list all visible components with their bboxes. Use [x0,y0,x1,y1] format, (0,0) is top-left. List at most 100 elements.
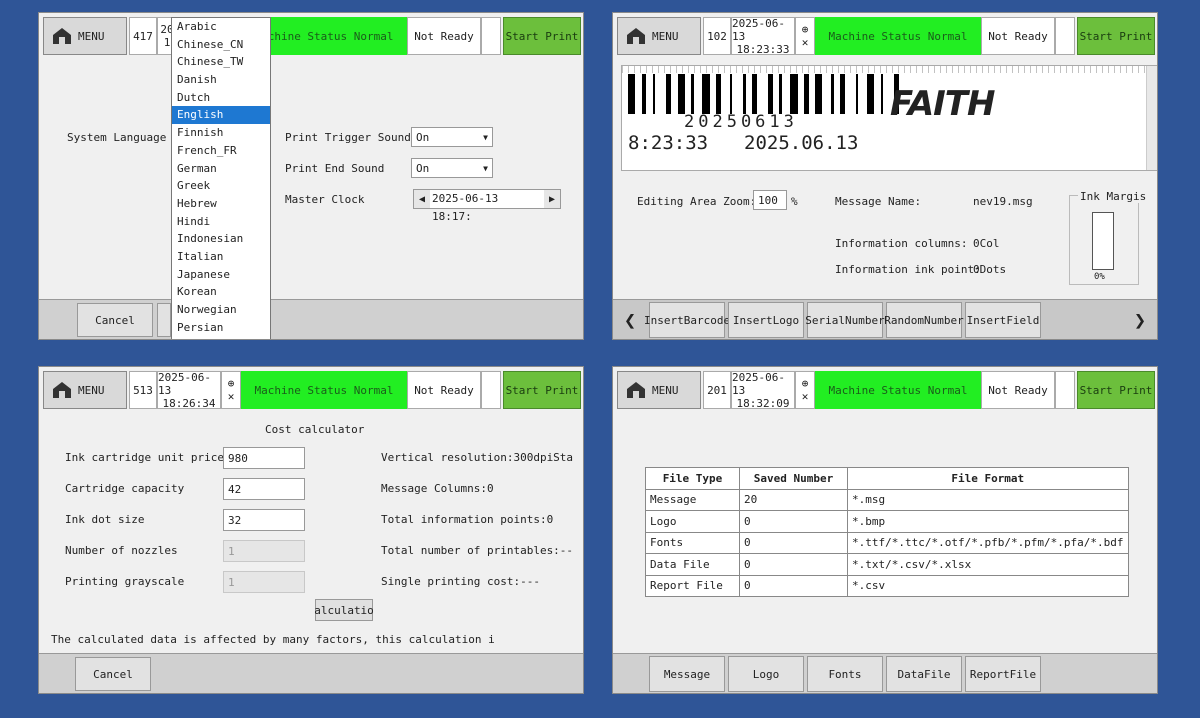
barcode-image[interactable] [628,74,900,114]
table-cell: *.txt/*.csv/*.xlsx [847,553,1129,576]
language-option[interactable]: Arabic [172,18,270,36]
status-spacer [481,17,501,55]
ready-status: Not Ready [981,371,1055,409]
master-clock-field[interactable]: ◀ 2025-06-13 18:17: ▶ [413,189,561,223]
table-cell: *.bmp [847,510,1129,533]
settings-panel: MENU 417 20 1 Machine Status Normal Not … [38,12,584,340]
prev-arrow-icon[interactable]: ❮ [615,302,645,338]
file-tab[interactable]: Message [649,656,725,692]
file-tab[interactable]: Fonts [807,656,883,692]
next-arrow-icon[interactable]: ❯ [1125,302,1155,338]
table-row[interactable]: Fonts 0 *.ttf/*.ttc/*.otf/*.pfb/*.pfm/*.pf… [645,531,1129,554]
network-status[interactable]: ⊕ ✕ [795,371,815,409]
field-input[interactable]: 980 [223,447,305,469]
language-option[interactable]: Hindi [172,213,270,231]
zoom-label: Editing Area Zoom: [637,195,757,208]
cost-calculator-panel: MENU 513 2025-06-13 18:26:34 ⊕ ✕ Machine… [38,366,584,694]
language-option[interactable]: Indonesian [172,230,270,248]
cancel-button[interactable]: Cancel [75,657,151,691]
barcode-bar [815,74,823,114]
arrow-right-icon[interactable]: ▶ [544,194,560,205]
insert-button[interactable]: Insert Logo [728,302,804,338]
start-print-button[interactable]: Start Print [1077,17,1155,55]
header-bar: MENU 513 2025-06-13 18:26:34 ⊕ ✕ Machine… [43,371,581,410]
counter: 513 [129,371,157,409]
language-option[interactable]: German [172,160,270,178]
menu-button[interactable]: MENU [617,17,701,55]
barcode-text: 20250613 [684,112,798,132]
field-input[interactable]: 32 [223,509,305,531]
bottom-button-hidden[interactable] [157,303,171,337]
file-tab[interactable]: Report File [965,656,1041,692]
language-option[interactable]: Finnish [172,124,270,142]
table-row[interactable]: Report File 0 *.csv [645,574,1129,597]
language-option[interactable]: Norwegian [172,301,270,319]
menu-button[interactable]: MENU [617,371,701,409]
language-option[interactable]: Italian [172,248,270,266]
calc-note: The calculated data is affected by many … [51,633,495,646]
language-option[interactable]: Chinese_CN [172,36,270,54]
language-option[interactable]: English [172,106,270,125]
language-option[interactable]: Japanese [172,266,270,284]
network-status[interactable]: ⊕ ✕ [221,371,241,409]
print-date: 2025.06.13 [744,132,859,154]
close-icon: ✕ [227,390,235,403]
network-status[interactable]: ⊕ ✕ [795,17,815,55]
end-sound-label: Print End Sound [285,162,385,175]
end-sound-select[interactable]: On ▼ [411,158,493,178]
insert-button[interactable]: Random Number [884,302,964,338]
menu-button[interactable]: MENU [43,371,127,409]
table-row[interactable]: Logo 0 *.bmp [645,510,1129,533]
insert-button[interactable]: Insert Field [965,302,1041,338]
counter: 102 [703,17,731,55]
start-print-button[interactable]: Start Print [503,371,581,409]
barcode-bar [641,74,647,114]
logo-text[interactable]: FAITH [890,84,995,124]
info-ink-value: 0Dots [973,263,1007,276]
start-print-button[interactable]: Start Print [1077,371,1155,409]
machine-status: Machine Status Normal [241,371,407,409]
ready-status: Not Ready [981,17,1055,55]
menu-button[interactable]: MENU [43,17,127,55]
table-row[interactable]: Data File 0 *.txt/*.csv/*.xlsx [645,553,1129,576]
ink-margin-box: Ink Margis 0% [1069,190,1149,285]
language-option[interactable]: Danish [172,71,270,89]
message-preview[interactable]: 20250613 8:23:33 2025.06.13 FAITH [621,65,1157,171]
result-text: Message Columns:0 [381,482,494,495]
language-option[interactable]: Hebrew [172,195,270,213]
barcode-bar [716,74,721,114]
language-option[interactable]: Persian [172,319,270,337]
field-label: Number of nozzles [65,544,178,557]
preview-scrollbar[interactable] [1146,66,1157,170]
insert-button[interactable]: Serial Number [805,302,885,338]
language-option[interactable]: French_FR [172,142,270,160]
table-cell: Logo [645,510,740,533]
machine-status: Machine Status Normal [815,371,981,409]
table-row[interactable]: Message 20 *.msg [645,488,1129,511]
datetime: 2025-06-13 18:32:09 [731,371,795,410]
language-option[interactable]: Greek [172,177,270,195]
start-print-button[interactable]: Start Print [503,17,581,55]
file-tab[interactable]: Logo [728,656,804,692]
insert-button[interactable]: Insert Barcode [644,302,730,338]
file-type-table: File Type Saved Number File Format Messa… [645,467,1129,597]
info-ink-label: Information ink point: [835,263,981,276]
trigger-sound-select[interactable]: On ▼ [411,127,493,147]
ruler [622,66,1157,73]
language-option[interactable]: Chinese_TW [172,53,270,71]
field-input[interactable]: 42 [223,478,305,500]
cancel-button[interactable]: Cancel [77,303,153,337]
home-icon [627,382,645,398]
calculate-button[interactable]: alculatio [314,599,374,621]
barcode-bar [840,74,845,114]
header-bar: MENU 102 2025-06-13 18:23:33 ⊕ ✕ Machine… [617,17,1155,56]
arrow-left-icon[interactable]: ◀ [414,194,430,205]
file-tab[interactable]: Data File [886,656,962,692]
counter: 417 [129,17,157,55]
language-dropdown[interactable]: Arabic Chinese_CN Chinese_TW Danish Dutch Eng… [171,17,271,339]
zoom-input[interactable]: 100 [753,190,787,210]
status-spacer [1055,371,1075,409]
column-header: File Type [645,467,740,490]
language-option[interactable]: Dutch [172,89,270,107]
language-option[interactable]: Korean [172,283,270,301]
